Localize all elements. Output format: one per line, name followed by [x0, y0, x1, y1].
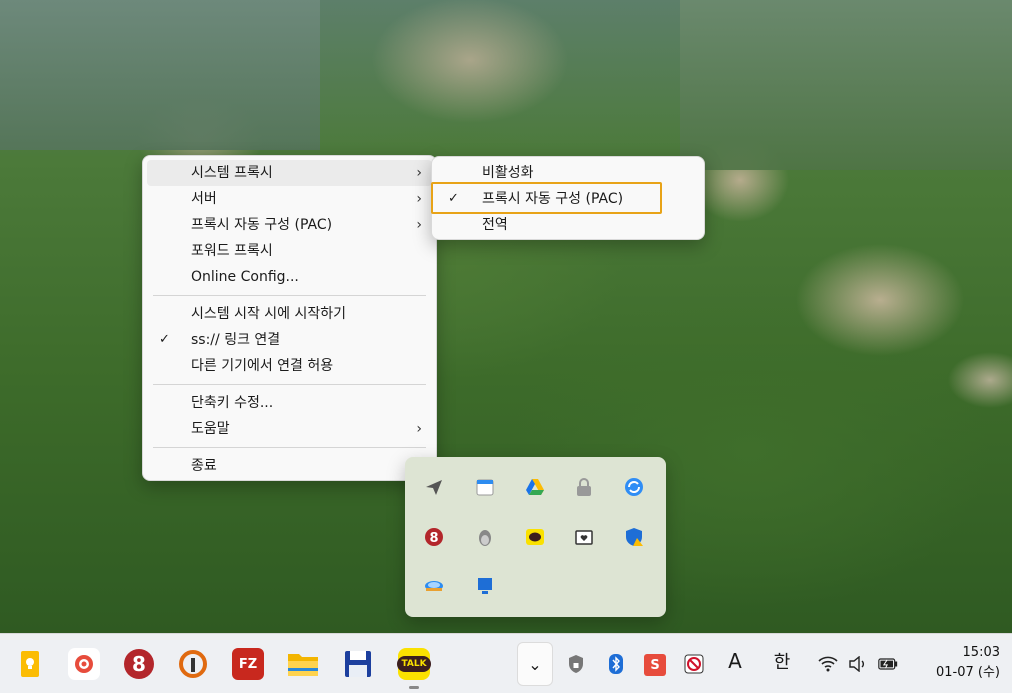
kakaotalk-text: TALK: [397, 656, 431, 672]
wallpaper-valley-left: [0, 0, 320, 150]
file-explorer-icon[interactable]: [287, 648, 319, 680]
monitor-icon[interactable]: [473, 574, 497, 598]
taskbar: 8 FZ TALK ⌄ S A 한 15:03 01-07 (수): [0, 633, 1012, 693]
menu-item-start-on-boot[interactable]: 시스템 시작 시에 시작하기: [147, 301, 432, 327]
menu-item-help[interactable]: 도움말 ›: [147, 416, 432, 442]
keep-icon[interactable]: [14, 648, 46, 680]
menu-item-allow-lan[interactable]: 다른 기기에서 연결 허용: [147, 353, 432, 379]
submenu-item-global[interactable]: 전역: [436, 212, 700, 238]
tux-icon[interactable]: [473, 525, 497, 549]
chevron-right-icon: ›: [416, 217, 422, 233]
kakaotalk-icon[interactable]: [523, 525, 547, 549]
menu-item-system-proxy[interactable]: 시스템 프록시 ›: [147, 160, 432, 186]
menu-separator: [153, 447, 426, 448]
menu-item-quit[interactable]: 종료: [147, 453, 432, 479]
menu-item-label: 포워드 프록시: [191, 243, 273, 259]
active-app-indicator: [409, 686, 419, 689]
menu-item-label: ss:// 링크 연결: [191, 332, 281, 348]
battery-charging-icon[interactable]: [878, 654, 898, 674]
menu-item-label: 비활성화: [482, 165, 534, 181]
system-clock[interactable]: 15:03 01-07 (수): [936, 643, 1000, 683]
ime-language-label: 한: [773, 652, 791, 673]
menu-item-servers[interactable]: 서버 ›: [147, 186, 432, 212]
app-8-icon[interactable]: 8: [422, 525, 446, 549]
chevron-right-icon: ›: [416, 421, 422, 437]
wireguard-icon[interactable]: [177, 648, 209, 680]
menu-item-label: Online Config...: [191, 269, 299, 285]
menu-item-label: 시스템 시작 시에 시작하기: [191, 306, 347, 322]
clock-date: 01-07 (수): [935, 665, 1000, 680]
menu-item-label: 도움말: [191, 421, 230, 437]
snail-icon[interactable]: [68, 648, 100, 680]
blocked-app-icon[interactable]: [684, 654, 704, 674]
menu-separator: [153, 295, 426, 296]
svg-text:8: 8: [429, 531, 438, 546]
show-hidden-icons-button[interactable]: ⌄: [517, 642, 553, 686]
menu-item-label: 전역: [482, 217, 508, 233]
menu-item-pac[interactable]: 프록시 자동 구성 (PAC) ›: [147, 212, 432, 238]
folder-heart-icon[interactable]: [572, 525, 596, 549]
highlight-annotation-box: [431, 182, 662, 214]
menu-item-edit-hotkeys[interactable]: 단축키 수정...: [147, 390, 432, 416]
menu-item-online-config[interactable]: Online Config...: [147, 264, 432, 290]
chevron-right-icon: ›: [416, 191, 422, 207]
menu-item-label: 프록시 자동 구성 (PAC): [191, 217, 333, 233]
ime-mode-indicator[interactable]: A: [725, 649, 745, 673]
menu-item-ss-link[interactable]: ✓ ss:// 링크 연결: [147, 327, 432, 353]
menu-item-label: 다른 기기에서 연결 허용: [191, 358, 334, 374]
menu-item-label: 시스템 프록시: [191, 165, 273, 181]
save-icon[interactable]: [342, 648, 374, 680]
ime-language-indicator[interactable]: 한: [772, 651, 792, 673]
menu-item-label: 종료: [191, 458, 217, 474]
menu-item-label: 서버: [191, 191, 217, 207]
check-icon: ✓: [159, 332, 170, 347]
lock-icon[interactable]: [572, 475, 596, 499]
filezilla-text: FZ: [238, 656, 258, 672]
volume-icon[interactable]: [848, 654, 868, 674]
shield-lock-icon[interactable]: [566, 654, 586, 674]
clock-time: 15:03: [962, 645, 1000, 660]
network-drive-icon[interactable]: [422, 574, 446, 598]
chevron-right-icon: ›: [416, 165, 422, 181]
menu-item-forward-proxy[interactable]: 포워드 프록시: [147, 238, 432, 264]
wifi-icon[interactable]: [818, 654, 838, 674]
menu-item-label: 단축키 수정...: [191, 395, 274, 411]
app-8-icon[interactable]: 8: [123, 648, 155, 680]
svg-text:8: 8: [132, 652, 146, 676]
wallpaper-valley-right: [680, 0, 1012, 170]
tray-overflow-flyout: 8: [405, 457, 666, 617]
shield-warning-icon[interactable]: [622, 525, 646, 549]
chevron-down-icon: ⌄: [528, 654, 542, 674]
ime-mode-label: A: [728, 649, 742, 673]
bluetooth-icon[interactable]: [606, 654, 626, 674]
shadowsocks-context-menu: 시스템 프록시 › 서버 › 프록시 자동 구성 (PAC) › 포워드 프록시…: [142, 155, 437, 481]
sync-icon[interactable]: [622, 475, 646, 499]
kakaotalk-icon[interactable]: TALK: [397, 648, 431, 680]
s-app-icon[interactable]: S: [644, 654, 666, 676]
menu-separator: [153, 384, 426, 385]
filezilla-icon[interactable]: FZ: [232, 648, 264, 680]
calendar-icon[interactable]: [473, 475, 497, 499]
paper-plane-icon[interactable]: [422, 475, 446, 499]
google-drive-icon[interactable]: [523, 475, 547, 499]
